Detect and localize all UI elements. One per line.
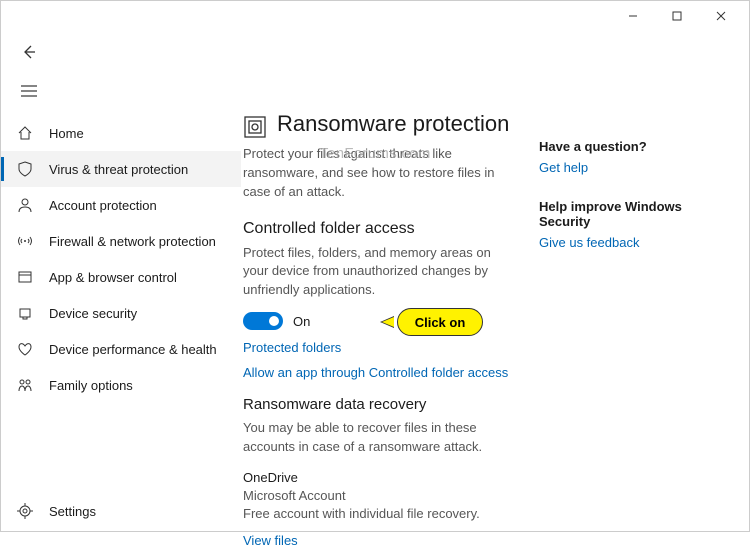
- question-heading: Have a question?: [539, 139, 721, 154]
- ms-account-desc: Free account with individual file recove…: [243, 505, 519, 523]
- back-row: [1, 31, 749, 73]
- sidebar-item-label: Virus & threat protection: [49, 162, 188, 177]
- right-panel: Have a question? Get help Help improve W…: [531, 111, 721, 533]
- sidebar-item-device-security[interactable]: Device security: [1, 295, 241, 331]
- cfa-toggle[interactable]: [243, 312, 283, 330]
- main-content: Ransomware protection Protect your files…: [241, 109, 749, 533]
- window-titlebar: [1, 1, 749, 31]
- sidebar-item-label: Firewall & network protection: [49, 234, 216, 249]
- sidebar-item-app-browser[interactable]: App & browser control: [1, 259, 241, 295]
- chip-icon: [15, 303, 35, 323]
- gear-icon: [15, 501, 35, 521]
- page-intro: Protect your files against threats like …: [243, 145, 519, 202]
- sidebar-item-label: Device performance & health: [49, 342, 217, 357]
- sidebar-item-label: App & browser control: [49, 270, 177, 285]
- ransomware-icon: [243, 115, 267, 139]
- cfa-description: Protect files, folders, and memory areas…: [243, 244, 519, 301]
- sidebar-item-virus-threat[interactable]: Virus & threat protection: [1, 151, 241, 187]
- signal-icon: [15, 231, 35, 251]
- person-icon: [15, 195, 35, 215]
- ms-account-label: Microsoft Account: [243, 487, 519, 505]
- sidebar-item-performance[interactable]: Device performance & health: [1, 331, 241, 367]
- sidebar-item-label: Family options: [49, 378, 133, 393]
- hamburger-row: [1, 73, 749, 109]
- home-icon: [15, 123, 35, 143]
- sidebar-item-family[interactable]: Family options: [1, 367, 241, 403]
- recovery-heading: Ransomware data recovery: [243, 396, 519, 413]
- maximize-button[interactable]: [655, 1, 699, 31]
- sidebar-item-firewall[interactable]: Firewall & network protection: [1, 223, 241, 259]
- heart-icon: [15, 339, 35, 359]
- cfa-heading: Controlled folder access: [243, 220, 519, 238]
- view-files-link[interactable]: View files: [243, 533, 519, 548]
- app-icon: [15, 267, 35, 287]
- sidebar-nav: Home Virus & threat protection Account p…: [1, 109, 241, 533]
- sidebar-item-label: Account protection: [49, 198, 157, 213]
- settings-label: Settings: [49, 504, 96, 519]
- sidebar-item-home[interactable]: Home: [1, 115, 241, 151]
- minimize-button[interactable]: [611, 1, 655, 31]
- toggle-label: On: [293, 314, 310, 329]
- get-help-link[interactable]: Get help: [539, 160, 721, 175]
- onedrive-title: OneDrive: [243, 469, 519, 487]
- hamburger-button[interactable]: [15, 77, 43, 105]
- sidebar-item-label: Home: [49, 126, 84, 141]
- protected-folders-link[interactable]: Protected folders: [243, 340, 519, 355]
- close-button[interactable]: [699, 1, 743, 31]
- sidebar-item-label: Device security: [49, 306, 137, 321]
- family-icon: [15, 375, 35, 395]
- sidebar-item-settings[interactable]: Settings: [1, 489, 241, 533]
- improve-heading: Help improve Windows Security: [539, 199, 721, 229]
- shield-icon: [15, 159, 35, 179]
- recovery-description: You may be able to recover files in thes…: [243, 419, 519, 457]
- feedback-link[interactable]: Give us feedback: [539, 235, 721, 250]
- allow-app-link[interactable]: Allow an app through Controlled folder a…: [243, 365, 519, 380]
- back-button[interactable]: [15, 38, 43, 66]
- page-title: Ransomware protection: [277, 111, 509, 137]
- sidebar-item-account[interactable]: Account protection: [1, 187, 241, 223]
